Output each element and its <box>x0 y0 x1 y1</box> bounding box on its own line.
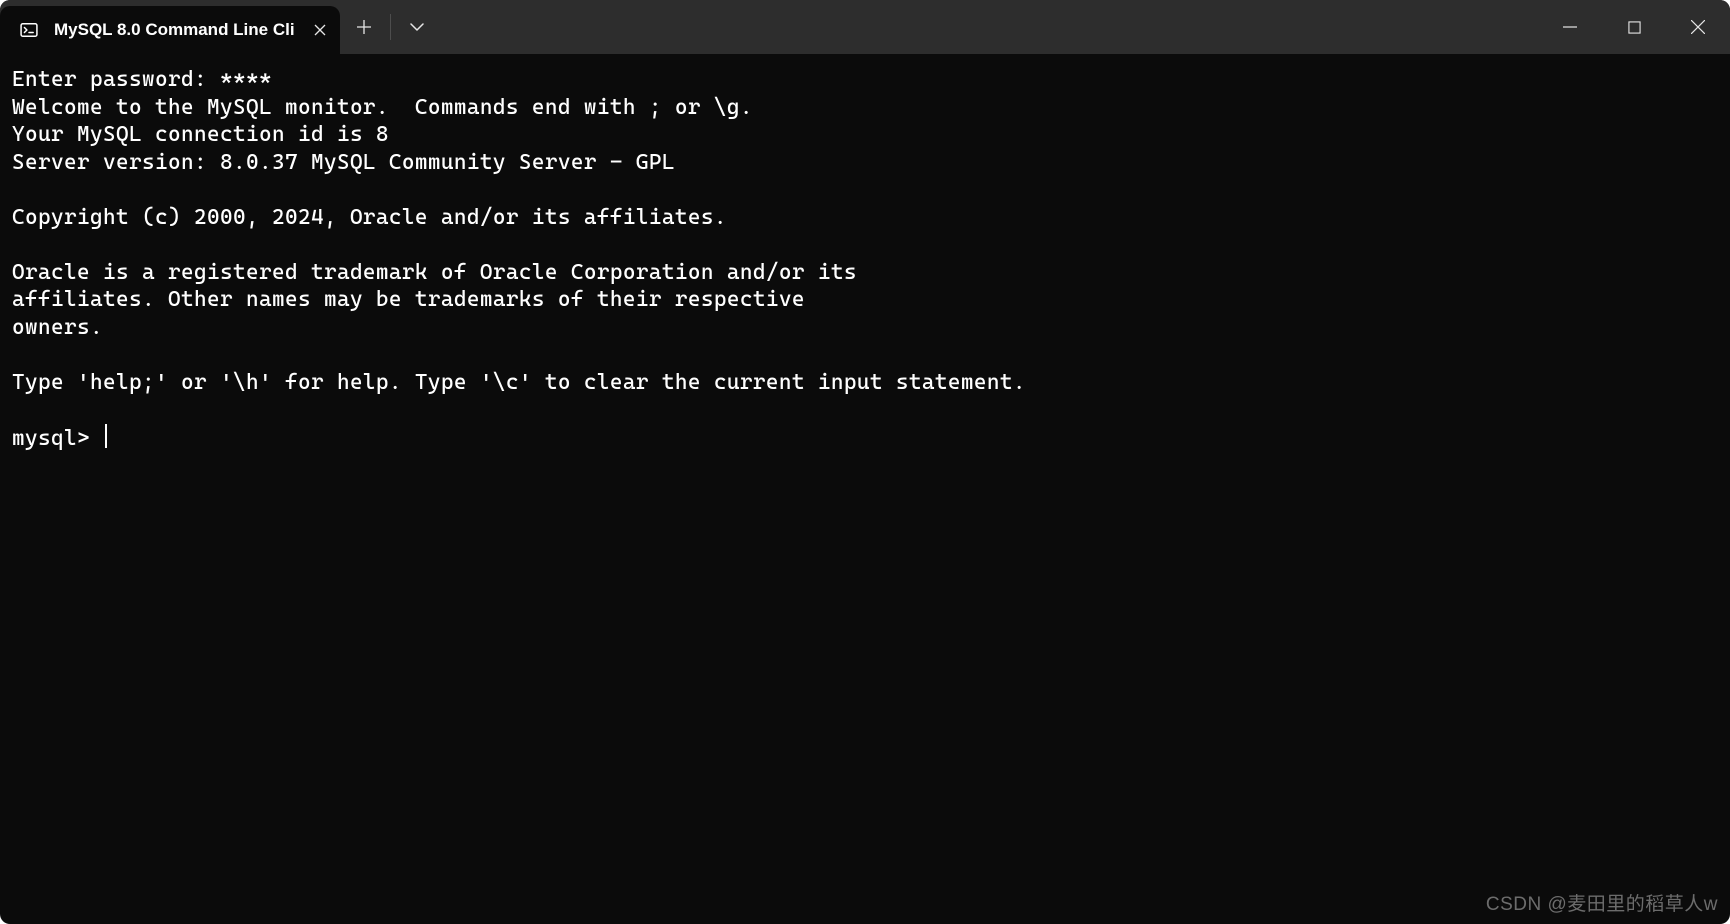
terminal-line: affiliates. Other names may be trademark… <box>12 286 1718 314</box>
terminal-line: Server version: 8.0.37 MySQL Community S… <box>12 149 1718 177</box>
terminal-line: Oracle is a registered trademark of Orac… <box>12 259 1718 287</box>
close-tab-button[interactable] <box>300 10 340 50</box>
window-controls <box>1538 0 1730 54</box>
terminal-line <box>12 396 1718 424</box>
new-tab-button[interactable] <box>340 0 388 54</box>
terminal-line: Welcome to the MySQL monitor. Commands e… <box>12 94 1718 122</box>
tab-dropdown-button[interactable] <box>393 0 441 54</box>
divider <box>390 14 391 40</box>
terminal-line: Your MySQL connection id is 8 <box>12 121 1718 149</box>
active-tab[interactable]: MySQL 8.0 Command Line Cli <box>0 6 340 54</box>
terminal-window: MySQL 8.0 Command Line Cli <box>0 0 1730 924</box>
terminal-body[interactable]: Enter password: ****Welcome to the MySQL… <box>0 54 1730 924</box>
window-close-button[interactable] <box>1666 0 1730 54</box>
tab-actions <box>340 0 441 54</box>
minimize-button[interactable] <box>1538 0 1602 54</box>
terminal-line: Enter password: **** <box>12 66 1718 94</box>
titlebar: MySQL 8.0 Command Line Cli <box>0 0 1730 54</box>
maximize-button[interactable] <box>1602 0 1666 54</box>
tab-title: MySQL 8.0 Command Line Cli <box>54 20 300 40</box>
terminal-prompt: mysql> <box>12 426 103 451</box>
terminal-line: owners. <box>12 314 1718 342</box>
terminal-line: Copyright (c) 2000, 2024, Oracle and/or … <box>12 204 1718 232</box>
terminal-cursor <box>105 424 108 448</box>
terminal-prompt-line[interactable]: mysql> <box>12 424 1718 453</box>
terminal-line <box>12 231 1718 259</box>
titlebar-drag-area[interactable] <box>441 0 1538 54</box>
terminal-app-icon <box>18 19 40 41</box>
watermark: CSDN @麦田里的稻草人w <box>1486 889 1718 916</box>
terminal-line: Type 'help;' or '\h' for help. Type '\c'… <box>12 369 1718 397</box>
terminal-line <box>12 176 1718 204</box>
terminal-line <box>12 341 1718 369</box>
